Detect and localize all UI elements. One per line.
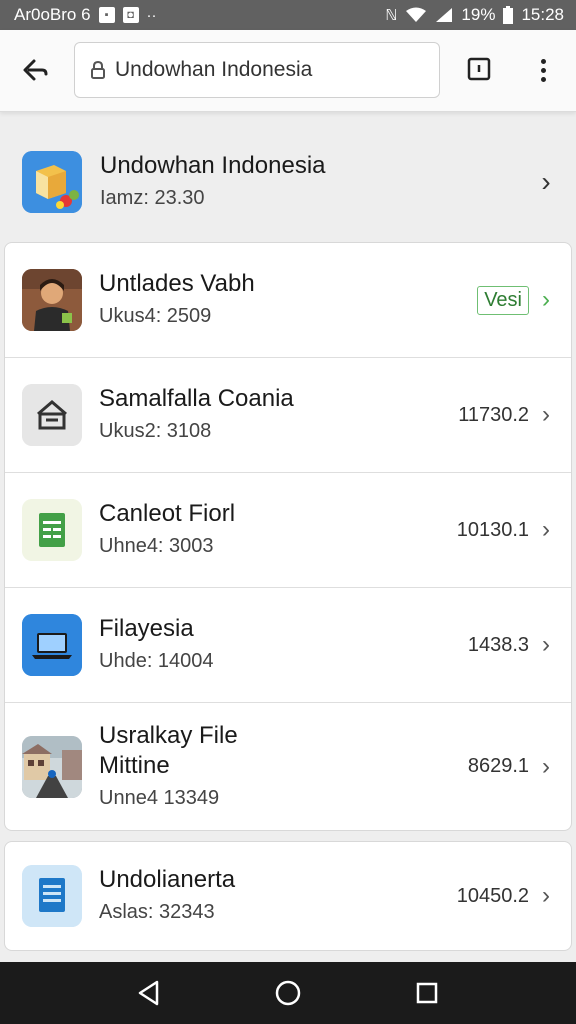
tab-switcher-button[interactable] — [462, 52, 496, 88]
item-text: Canleot Fiorl Uhne4: 3003 — [99, 499, 457, 561]
header-subtitle: Iamz: 23.30 — [100, 187, 205, 209]
item-text: Untlades Vabh Ukus4: 2509 — [99, 269, 477, 331]
item-value: 10130.1 — [456, 518, 529, 541]
tab-icon — [467, 57, 491, 81]
item-value: 10450.2 — [456, 884, 529, 907]
item-subtitle: Ukus2: 3108 — [99, 420, 212, 442]
chevron-right-icon: › — [542, 401, 550, 428]
item-title: Filayesia — [99, 615, 194, 642]
item-text: Undolianerta Aslas: 32343 — [99, 865, 457, 927]
chevron-right-icon: › — [542, 631, 550, 658]
system-nav-bar — [0, 962, 576, 1024]
item-subtitle: Ukus4: 2509 — [99, 305, 212, 327]
battery-icon — [503, 6, 514, 24]
item-value: 1438.3 — [467, 633, 529, 656]
item-title: Samalfalla Coania — [99, 385, 294, 412]
status-right: ℕ 19% 15:28 — [385, 5, 564, 25]
nfc-icon: ℕ — [385, 7, 398, 24]
status-carrier-text: Ar0oBro 6 — [14, 5, 91, 24]
chevron-right-icon: › — [541, 166, 551, 197]
notification-icon-2: ◘ — [122, 7, 139, 23]
item-value: 11730.2 — [458, 403, 529, 426]
spreadsheet-icon — [22, 499, 82, 561]
laptop-icon — [22, 614, 82, 676]
more-notifications-icon: ·· — [146, 6, 157, 24]
header-title: Undowhan Indonesia — [100, 152, 326, 179]
document-icon — [22, 865, 82, 927]
back-arrow-icon — [23, 59, 48, 81]
address-bar-container: Undowhan Indonesia — [0, 30, 576, 112]
signal-icon — [436, 8, 453, 22]
item-title: Untlades Vabh — [99, 270, 255, 297]
circle-home-icon — [275, 980, 301, 1006]
overflow-menu-button[interactable] — [526, 52, 560, 88]
item-text: Filayesia Uhde: 14004 — [99, 614, 468, 676]
menu-dot-icon — [540, 76, 546, 82]
item-list-card-2: Undolianerta Aslas: 32343 10450.2 › — [4, 841, 572, 951]
inbox-icon — [22, 384, 82, 446]
item-subtitle: Uhde: 14004 — [99, 650, 214, 672]
header-row[interactable]: Undowhan Indonesia Iamz: 23.30 › — [0, 124, 576, 240]
item-title: Usralkay File — [99, 721, 238, 749]
list-item[interactable]: Usralkay File Mittine Unne4 13349 8629.1… — [5, 703, 571, 830]
status-bar: Ar0oBro 6 ▪ ◘ ·· ℕ 19% 15:28 — [0, 0, 576, 30]
item-title-line2: Mittine — [99, 751, 170, 779]
url-text: Undowhan Indonesia — [115, 58, 313, 81]
item-subtitle: Unne4 13349 — [99, 786, 220, 809]
battery-percent: 19% — [461, 5, 496, 24]
item-text: Samalfalla Coania Ukus2: 3108 — [99, 384, 458, 446]
item-text: Usralkay File Mittine Unne4 13349 — [99, 721, 468, 813]
item-title: Undolianerta — [99, 866, 236, 893]
item-subtitle: Uhne4: 3003 — [99, 535, 214, 557]
chevron-right-icon: › — [542, 286, 550, 313]
nav-recents-button[interactable] — [412, 978, 442, 1008]
chevron-right-icon: › — [542, 752, 550, 780]
wifi-icon — [406, 7, 427, 22]
list-item[interactable]: Untlades Vabh Ukus4: 2509 Vesi › — [5, 243, 571, 358]
list-item[interactable]: Undolianerta Aslas: 32343 10450.2 › — [5, 842, 571, 950]
header-text: Undowhan Indonesia Iamz: 23.30 — [100, 151, 528, 213]
item-title: Canleot Fiorl — [99, 500, 236, 527]
chevron-right-icon: › — [542, 882, 550, 909]
notification-icon: ▪ — [98, 7, 115, 23]
nav-home-button[interactable] — [273, 978, 303, 1008]
back-button[interactable] — [18, 52, 54, 88]
url-field[interactable]: Undowhan Indonesia — [74, 42, 440, 98]
menu-dot-icon — [540, 67, 546, 73]
square-recents-icon — [416, 982, 437, 1004]
list-item[interactable]: Canleot Fiorl Uhne4: 3003 10130.1 › — [5, 473, 571, 588]
status-badge: Vesi — [477, 285, 529, 315]
menu-dot-icon — [540, 58, 546, 64]
chevron-right-icon: › — [542, 516, 550, 543]
list-item[interactable]: Samalfalla Coania Ukus2: 3108 11730.2 › — [5, 358, 571, 473]
list-item[interactable]: Filayesia Uhde: 14004 1438.3 › — [5, 588, 571, 703]
clock: 15:28 — [521, 5, 564, 24]
lock-icon — [91, 61, 105, 79]
nav-back-button[interactable] — [134, 978, 164, 1008]
status-left: Ar0oBro 6 ▪ ◘ ·· — [14, 5, 157, 25]
avatar-icon — [22, 269, 82, 331]
header-app-icon — [22, 151, 82, 213]
item-list-card: Untlades Vabh Ukus4: 2509 Vesi › Samalfa… — [4, 242, 572, 831]
item-subtitle: Aslas: 32343 — [99, 901, 215, 923]
street-photo-icon — [22, 735, 82, 798]
item-value: 8629.1 — [467, 755, 529, 777]
triangle-back-icon — [139, 980, 159, 1006]
